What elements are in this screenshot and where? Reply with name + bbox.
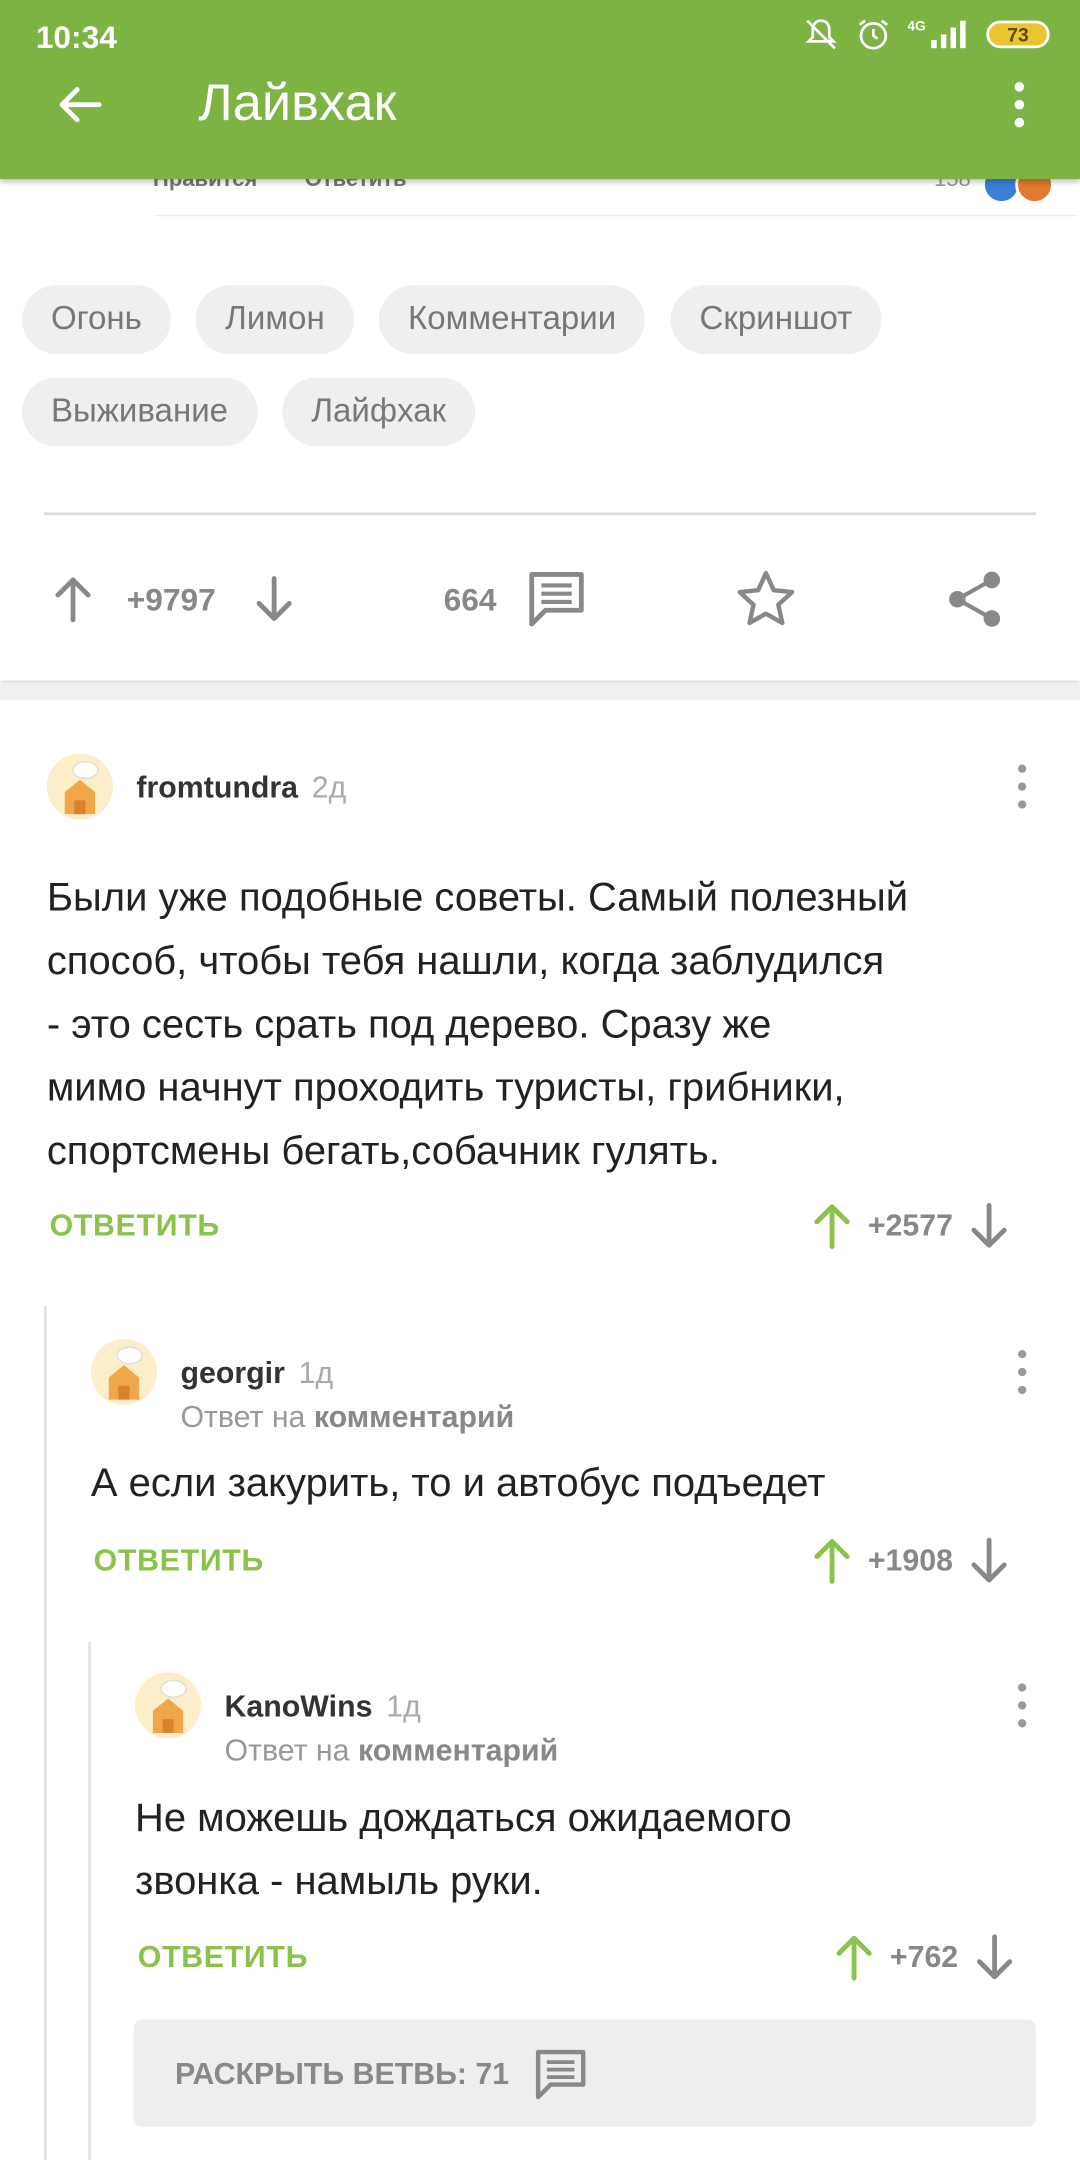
- arrow-up-icon: [55, 577, 91, 623]
- comment-vote: +1908: [813, 1533, 1008, 1588]
- downvote-arrow-icon[interactable]: [970, 1201, 1009, 1251]
- app-bar: 10:34 4G 73 Лайвхак: [0, 0, 1080, 180]
- post-card: Нравится Ответить 158 Огонь Лимон Коммен…: [0, 165, 1080, 681]
- status-icons: 4G 73: [803, 17, 1050, 53]
- downvote-arrow-icon[interactable]: [970, 1536, 1009, 1586]
- alarm-icon: [858, 19, 888, 50]
- user-avatar-icon: [152, 1679, 187, 1733]
- divider: [44, 512, 1036, 516]
- username[interactable]: georgir: [180, 1356, 284, 1390]
- reply-to-prefix: Ответ на: [180, 1399, 306, 1435]
- comment-icon: [535, 2049, 586, 2100]
- page-title: Лайвхак: [198, 74, 397, 133]
- comment: georgir 1д Ответ на комментарий А если за…: [90, 1338, 1053, 1601]
- star-icon: [737, 570, 795, 626]
- reply-to-link[interactable]: комментарий: [314, 1400, 514, 1434]
- avatar[interactable]: [90, 1338, 158, 1406]
- comment-text-line: - это сесть срать под дерево. Сразу же: [46, 1002, 772, 1047]
- comment-text-line: звонка - намыль руки.: [134, 1859, 543, 1904]
- share-icon: [949, 571, 1001, 627]
- signal-icon: [931, 20, 966, 49]
- tag-chip[interactable]: Скриншот: [670, 285, 882, 355]
- network-type: 4G: [907, 19, 926, 35]
- tag-list: Огонь Лимон Комментарии Скриншот Выживан…: [22, 285, 1069, 470]
- tag-chip[interactable]: Огонь: [22, 285, 171, 355]
- reply-to-prefix: Ответ на: [224, 1732, 350, 1768]
- reply-button[interactable]: ОТВЕТИТЬ: [138, 1940, 308, 1976]
- avatar[interactable]: [46, 753, 113, 820]
- more-vert-icon[interactable]: [1008, 1347, 1036, 1397]
- tag-chip[interactable]: Лайфхак: [282, 377, 476, 447]
- comment-text-line: спортсмены бегать,собачник гулять.: [46, 1129, 720, 1174]
- comment-text-line: Не можешь дождаться ожидаемого: [134, 1796, 792, 1841]
- reply-button[interactable]: ОТВЕТИТЬ: [94, 1543, 264, 1579]
- expand-branch-button[interactable]: РАСКРЫТЬ ВЕТВЬ: 71: [133, 2019, 1036, 2127]
- comment-time: 1д: [298, 1355, 334, 1390]
- reply-to: Ответ на комментарий: [180, 1400, 514, 1436]
- comment-text-line: способ, чтобы тебя нашли, когда заблудил…: [46, 939, 885, 984]
- tag-chip[interactable]: Выживание: [22, 377, 257, 447]
- username[interactable]: KanoWins: [225, 1689, 373, 1723]
- reply-button[interactable]: ОТВЕТИТЬ: [50, 1208, 220, 1244]
- comment-score: +2577: [867, 1208, 953, 1243]
- network-indicator: 4G: [907, 19, 969, 49]
- status-time: 10:34: [35, 19, 117, 56]
- upvote-arrow-icon[interactable]: [813, 1536, 852, 1586]
- battery-indicator: 73: [986, 20, 1050, 49]
- comment-score: +1908: [867, 1542, 953, 1578]
- user-avatar-icon: [108, 1346, 143, 1400]
- thread-line: [44, 1305, 47, 2160]
- post-upvote-button[interactable]: [52, 565, 93, 634]
- comment-text: А если закурить, то и автобус подъедет: [91, 1452, 826, 1515]
- comment-text-line: Были уже подобные советы. Самый полезный: [46, 876, 909, 921]
- more-vert-icon[interactable]: [1008, 1681, 1036, 1731]
- comment-text-line: А если закурить, то и автобус подъедет: [90, 1461, 826, 1506]
- user-avatar-icon: [64, 761, 99, 815]
- comment-text: Были уже подобные советы. Самый полезный…: [47, 866, 908, 1183]
- comment-time: 1д: [386, 1688, 421, 1724]
- expand-branch-label: РАСКРЫТЬ ВЕТВЬ: 71: [174, 2056, 510, 2092]
- thread-line: [88, 1642, 91, 2160]
- comment-score: +762: [889, 1939, 959, 1975]
- comment-text-line: мимо начнут проходить туристы, грибники,: [46, 1066, 845, 1111]
- downvote-arrow-icon[interactable]: [975, 1933, 1014, 1983]
- comment-icon: [529, 572, 584, 627]
- comment: fromtundra 2д Были уже подобные советы. С…: [46, 753, 1053, 1264]
- back-arrow-icon[interactable]: [52, 77, 107, 132]
- share-button[interactable]: [945, 565, 1006, 634]
- comments-button[interactable]: [526, 565, 587, 634]
- upvote-arrow-icon[interactable]: [835, 1933, 874, 1983]
- comment-vote: +2577: [813, 1198, 1008, 1253]
- reply-to: Ответ на комментарий: [225, 1733, 559, 1769]
- tag-chip[interactable]: Комментарии: [379, 285, 646, 355]
- upvote-arrow-icon[interactable]: [813, 1201, 852, 1251]
- post-rating: +9797: [126, 580, 216, 617]
- more-vert-icon[interactable]: [1000, 77, 1039, 132]
- reply-to-link[interactable]: комментарий: [358, 1733, 558, 1767]
- save-button[interactable]: [734, 565, 797, 634]
- divider: [154, 214, 1078, 217]
- comment-text: Не можешь дождаться ожидаемого звонка - …: [135, 1787, 792, 1914]
- comment-author[interactable]: KanoWins 1д: [225, 1689, 421, 1725]
- comment-author[interactable]: georgir 1д: [180, 1356, 333, 1392]
- username[interactable]: fromtundra: [136, 770, 298, 804]
- post-actions: +9797 664: [0, 565, 1080, 634]
- mute-icon: [804, 19, 837, 50]
- comment-vote: +762: [835, 1930, 1013, 1985]
- comments-count: 664: [443, 580, 497, 617]
- comment: KanoWins 1д Ответ на комментарий Не можеш…: [134, 1672, 1052, 2003]
- avatar[interactable]: [134, 1672, 202, 1739]
- post-downvote-button[interactable]: [253, 565, 294, 634]
- arrow-down-icon: [256, 576, 292, 621]
- comment-time: 2д: [311, 770, 347, 805]
- comment-author[interactable]: fromtundra 2д: [136, 770, 346, 806]
- tag-chip[interactable]: Лимон: [196, 285, 354, 355]
- more-vert-icon[interactable]: [1008, 762, 1036, 812]
- section-separator: [0, 683, 1080, 700]
